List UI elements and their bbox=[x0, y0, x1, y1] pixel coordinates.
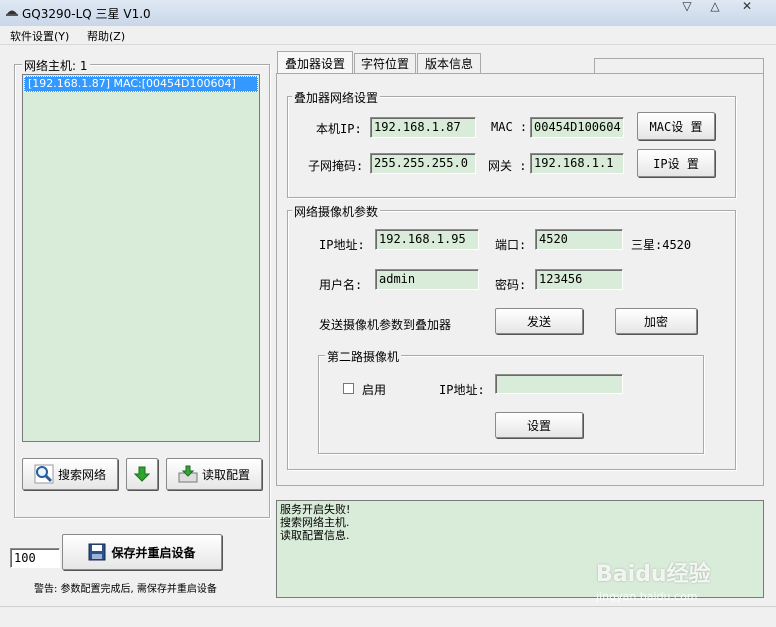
window-title: GQ3290-LQ 三星 V1.0 bbox=[22, 7, 151, 21]
gateway-label: 网关 : bbox=[488, 159, 527, 173]
password-label: 密码: bbox=[495, 278, 527, 292]
read-config-label: 读取配置 bbox=[201, 467, 250, 482]
port-label: 端口: bbox=[495, 238, 527, 252]
second-ip-field[interactable] bbox=[495, 374, 623, 394]
local-ip-field[interactable]: 192.168.1.87 bbox=[370, 117, 476, 138]
minimize-button[interactable]: ▽ bbox=[674, 0, 700, 16]
second-set-button[interactable]: 设置 bbox=[495, 412, 583, 438]
username-field[interactable]: admin bbox=[375, 269, 479, 290]
mac-set-button[interactable]: MAC设 置 bbox=[637, 112, 715, 140]
close-button[interactable]: ✕ bbox=[734, 0, 760, 16]
down-arrow-icon bbox=[134, 466, 150, 482]
second-camera-title: 第二路摄像机 bbox=[325, 348, 402, 365]
mac-label: MAC : bbox=[491, 120, 528, 134]
gateway-field[interactable]: 192.168.1.1 bbox=[530, 153, 624, 174]
mac-field[interactable]: 00454D100604 bbox=[530, 117, 624, 138]
search-network-label: 搜索网络 bbox=[57, 467, 106, 482]
search-network-button[interactable]: 搜索网络 bbox=[22, 458, 118, 490]
tab-version-info[interactable]: 版本信息 bbox=[417, 53, 481, 73]
host-list-item[interactable]: [192.168.1.87] MAC:[00454D100604] bbox=[24, 76, 258, 92]
second-camera-group bbox=[318, 355, 704, 454]
port-field[interactable]: 4520 bbox=[535, 229, 623, 250]
second-ip-label: IP地址: bbox=[439, 383, 485, 397]
tab-overlay-settings[interactable]: 叠加器设置 bbox=[277, 51, 353, 74]
host-list[interactable]: [192.168.1.87] MAC:[00454D100604] bbox=[22, 74, 260, 442]
log-line: 服务开启失败! bbox=[280, 503, 351, 516]
send-button[interactable]: 发送 bbox=[495, 308, 583, 334]
enable-checkbox[interactable] bbox=[343, 383, 354, 394]
log-line: 读取配置信息. bbox=[280, 529, 350, 542]
watermark-url: jingyan.baidu.com bbox=[596, 590, 698, 603]
app-icon bbox=[6, 10, 18, 16]
password-field[interactable]: 123456 bbox=[535, 269, 623, 290]
encrypt-button[interactable]: 加密 bbox=[615, 308, 697, 334]
ip-set-button[interactable]: IP设 置 bbox=[637, 149, 715, 177]
magnifier-icon bbox=[34, 464, 54, 484]
subnet-mask-field[interactable]: 255.255.255.0 bbox=[370, 153, 476, 174]
overlay-network-title: 叠加器网络设置 bbox=[292, 89, 381, 106]
maximize-button[interactable]: △ bbox=[702, 0, 728, 16]
log-line: 搜索网络主机. bbox=[280, 516, 350, 529]
menu-help[interactable]: 帮助(Z) bbox=[87, 28, 125, 44]
tab-char-position[interactable]: 字符位置 bbox=[354, 53, 416, 73]
save-restart-button[interactable]: 保存并重启设备 bbox=[62, 534, 222, 570]
camera-ip-field[interactable]: 192.168.1.95 bbox=[375, 229, 479, 250]
inbox-icon bbox=[178, 465, 198, 483]
watermark-brand: Baidu经验 bbox=[596, 562, 711, 587]
camera-ip-label: IP地址: bbox=[319, 238, 365, 252]
port-note: 三星:4520 bbox=[631, 238, 692, 252]
status-bar bbox=[0, 606, 776, 627]
username-label: 用户名: bbox=[319, 278, 363, 292]
floppy-disk-icon bbox=[88, 543, 106, 561]
value-input[interactable]: 100 bbox=[10, 548, 60, 568]
read-config-button[interactable]: 读取配置 bbox=[166, 458, 262, 490]
camera-params-title: 网络摄像机参数 bbox=[292, 203, 381, 220]
enable-label: 启用 bbox=[362, 383, 387, 397]
download-button[interactable] bbox=[126, 458, 158, 490]
menu-software-settings[interactable]: 软件设置(Y) bbox=[10, 28, 69, 44]
local-ip-label: 本机IP: bbox=[316, 122, 362, 136]
save-restart-label: 保存并重启设备 bbox=[111, 545, 196, 560]
subnet-mask-label: 子网掩码: bbox=[308, 159, 364, 173]
network-hosts-title: 网络主机: 1 bbox=[22, 57, 90, 74]
save-warning: 警告: 参数配置完成后, 需保存并重启设备 bbox=[34, 584, 217, 595]
send-params-label: 发送摄像机参数到叠加器 bbox=[319, 318, 452, 332]
